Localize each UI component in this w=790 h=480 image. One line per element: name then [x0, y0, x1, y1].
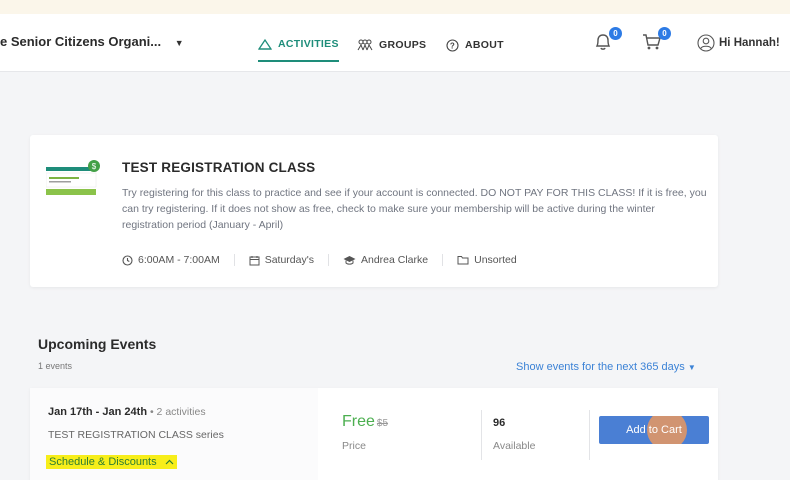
cart-badge: 0	[658, 27, 671, 40]
tab-about-label: ABOUT	[465, 39, 504, 51]
tab-activities-label: ACTIVITIES	[278, 38, 339, 50]
event-activities-count: • 2 activities	[147, 406, 206, 418]
svg-text:?: ?	[450, 41, 455, 50]
cart-button[interactable]: 0	[641, 27, 671, 56]
event-series: TEST REGISTRATION CLASS series	[48, 429, 224, 441]
class-logo: $	[46, 160, 100, 195]
top-strip	[0, 0, 790, 14]
activities-icon	[258, 38, 272, 50]
caret-down-icon: ▼	[174, 38, 184, 48]
logo-badge-text: $	[92, 162, 97, 171]
available-divider	[589, 410, 590, 460]
help-circle-icon: ?	[446, 38, 459, 52]
event-dates: Jan 17th - Jan 24th • 2 activities	[48, 406, 206, 418]
chevron-up-icon	[165, 459, 174, 465]
event-card: Jan 17th - Jan 24th • 2 activities TEST …	[30, 388, 718, 480]
caret-down-icon: ▼	[687, 363, 696, 372]
class-category: Unsorted	[443, 254, 531, 266]
events-range-dropdown[interactable]: Show events for the next 365 days ▼	[516, 361, 696, 373]
tab-activities[interactable]: ACTIVITIES	[258, 28, 339, 62]
notifications-button[interactable]: 0	[592, 27, 622, 56]
class-time: 6:00AM - 7:00AM	[122, 254, 235, 266]
org-name: e Senior Citizens Organi...	[0, 34, 162, 49]
folder-icon	[457, 256, 469, 265]
events-count: 1 events	[38, 361, 73, 371]
class-instructor-text: Andrea Clarke	[360, 254, 429, 266]
event-date-range: Jan 17th - Jan 24th	[48, 406, 148, 418]
class-time-text: 6:00AM - 7:00AM	[138, 254, 220, 266]
available-count: 96	[493, 417, 506, 429]
top-navbar: e Senior Citizens Organi... ▼ ACTIVITIES…	[0, 14, 790, 72]
class-instructor: Andrea Clarke	[329, 254, 444, 266]
class-category-text: Unsorted	[474, 254, 517, 266]
calendar-icon	[249, 255, 260, 265]
class-card: $ TEST REGISTRATION CLASS Try registerin…	[30, 135, 718, 287]
class-description: Try registering for this class to practi…	[122, 187, 707, 231]
user-greeting: Hi Hannah!	[719, 37, 780, 49]
user-menu[interactable]: Hi Hannah!	[697, 34, 780, 52]
schedule-discounts-label: Schedule & Discounts	[49, 456, 157, 468]
add-to-cart-label: Add to Cart	[626, 424, 682, 436]
add-to-cart-button[interactable]: Add to Cart	[599, 416, 709, 444]
class-day: Saturday's	[235, 254, 329, 266]
upcoming-events-title: Upcoming Events	[38, 336, 157, 352]
price-divider	[481, 410, 482, 460]
price-original: $5	[376, 418, 389, 429]
tab-groups[interactable]: GROUPS	[357, 28, 426, 62]
class-meta: 6:00AM - 7:00AM Saturday's Andrea Clarke…	[122, 254, 531, 266]
class-day-text: Saturday's	[264, 254, 314, 266]
groups-icon	[357, 39, 373, 51]
class-title: TEST REGISTRATION CLASS	[122, 160, 316, 175]
schedule-discounts-link[interactable]: Schedule & Discounts	[46, 455, 177, 469]
event-price: Free $5	[342, 413, 388, 431]
org-selector[interactable]: e Senior Citizens Organi... ▼	[0, 34, 184, 49]
user-avatar-icon	[697, 34, 715, 52]
event-summary: Jan 17th - Jan 24th • 2 activities TEST …	[30, 388, 318, 480]
price-free: Free	[342, 413, 375, 430]
graduation-cap-icon	[343, 255, 356, 265]
price-label: Price	[342, 440, 366, 452]
events-range-label: Show events for the next 365 days	[516, 361, 685, 373]
tab-groups-label: GROUPS	[379, 39, 427, 51]
available-label: Available	[493, 440, 536, 452]
tab-about[interactable]: ? ABOUT	[446, 28, 504, 62]
notifications-badge: 0	[609, 27, 622, 40]
clock-icon	[122, 254, 133, 266]
